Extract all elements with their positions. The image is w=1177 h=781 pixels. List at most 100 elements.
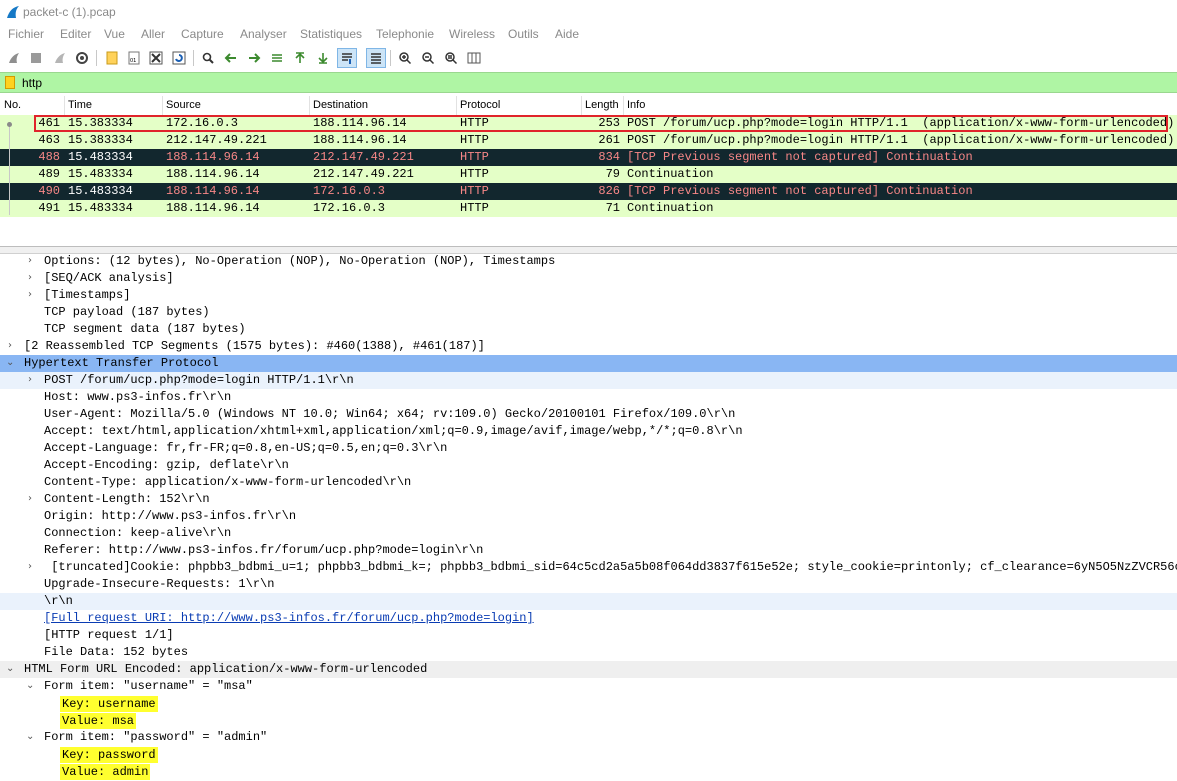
detail-row[interactable]: \r\n [0,593,1177,610]
start-capture-icon[interactable] [4,48,24,68]
reload-file-icon[interactable] [169,48,189,68]
detail-row[interactable]: [HTTP request 1/1] [0,627,1177,644]
save-file-icon[interactable]: 01 [124,48,144,68]
expand-arrow-icon[interactable]: › [8,340,12,351]
packet-row[interactable]: 489 15.483334 188.114.96.14 212.147.49.2… [0,166,1177,183]
column-no[interactable]: No. [4,99,21,111]
go-forward-icon[interactable] [244,48,264,68]
collapse-arrow-icon[interactable]: ⌄ [26,680,34,691]
detail-row[interactable]: Origin: http://www.ps3-infos.fr\r\n [0,508,1177,525]
detail-row[interactable]: File Data: 152 bytes [0,644,1177,661]
menu-capture[interactable]: Capture [181,27,224,41]
svg-text:01: 01 [130,58,136,64]
expand-arrow-icon[interactable]: › [28,289,32,300]
detail-row[interactable]: Key: username [0,695,1177,712]
detail-row[interactable]: Upgrade-Insecure-Requests: 1\r\n [0,576,1177,593]
detail-row[interactable]: Content-Type: application/x-www-form-url… [0,474,1177,491]
toolbar-separator [390,50,391,66]
expand-arrow-icon[interactable]: › [28,374,32,385]
menu-bar: Fichier Editer Vue Aller Capture Analyse… [0,24,1177,44]
detail-row[interactable]: › [SEQ/ACK analysis] [0,270,1177,287]
expand-arrow-icon[interactable]: › [28,272,32,283]
packet-destination: 212.147.49.221 [313,150,414,164]
detail-row[interactable]: Accept-Language: fr,fr-FR;q=0.8,en-US;q=… [0,440,1177,457]
menu-outils[interactable]: Outils [508,27,539,41]
detail-row[interactable]: Value: admin [0,763,1177,780]
packet-row[interactable]: 490 15.483334 188.114.96.14 172.16.0.3 H… [0,183,1177,200]
detail-row[interactable]: ⌄ Form item: "username" = "msa" [0,678,1177,695]
capture-options-icon[interactable] [72,48,92,68]
restart-capture-icon[interactable] [50,48,70,68]
detail-row[interactable]: › Options: (12 bytes), No-Operation (NOP)… [0,253,1177,270]
menu-statistiques[interactable]: Statistiques [300,27,362,41]
detail-row[interactable]: TCP segment data (187 bytes) [0,321,1177,338]
stop-capture-icon[interactable] [26,48,46,68]
packet-source: 188.114.96.14 [166,201,260,215]
bookmark-icon[interactable] [5,76,15,89]
column-divider [64,96,65,115]
last-packet-icon[interactable] [313,48,333,68]
detail-row[interactable]: Referer: http://www.ps3-infos.fr/forum/u… [0,542,1177,559]
expand-arrow-icon[interactable]: › [28,493,32,504]
packet-destination: 212.147.49.221 [313,167,414,181]
menu-aller[interactable]: Aller [141,27,165,41]
detail-row[interactable]: Connection: keep-alive\r\n [0,525,1177,542]
normal-size-icon[interactable] [441,48,461,68]
menu-editer[interactable]: Editer [60,27,91,41]
menu-wireless[interactable]: Wireless [449,27,495,41]
detail-row[interactable]: TCP payload (187 bytes) [0,304,1177,321]
main-toolbar: 01 [0,44,1177,72]
detail-row[interactable]: User-Agent: Mozilla/5.0 (Windows NT 10.0… [0,406,1177,423]
find-packet-icon[interactable] [198,48,218,68]
column-divider [309,96,310,115]
detail-row[interactable]: Value: msa [0,712,1177,729]
form-section-header[interactable]: ⌄ HTML Form URL Encoded: application/x-ww… [0,661,1177,678]
expand-arrow-icon[interactable]: › [28,561,32,572]
packet-row[interactable]: 491 15.483334 188.114.96.14 172.16.0.3 H… [0,200,1177,217]
packet-destination: 172.16.0.3 [313,184,386,198]
menu-aide[interactable]: Aide [555,27,579,41]
column-protocol[interactable]: Protocol [460,99,500,111]
detail-row[interactable]: Accept-Encoding: gzip, deflate\r\n [0,457,1177,474]
resize-columns-icon[interactable] [464,48,484,68]
detail-row[interactable]: ⌄ Form item: "password" = "admin" [0,729,1177,746]
full-request-uri-link[interactable]: [Full request URI: http://www.ps3-infos.… [0,610,1177,627]
detail-row[interactable]: Host: www.ps3-infos.fr\r\n [0,389,1177,406]
detail-row[interactable]: › Content-Length: 152\r\n [0,491,1177,508]
go-back-icon[interactable] [221,48,241,68]
menu-telephonie[interactable]: Telephonie [376,27,434,41]
detail-row[interactable]: › [truncated]Cookie: phpbb3_bdbmi_u=1; p… [0,559,1177,576]
packet-source: 188.114.96.14 [166,167,260,181]
menu-vue[interactable]: Vue [104,27,125,41]
open-file-icon[interactable] [102,48,122,68]
close-file-icon[interactable] [146,48,166,68]
collapse-arrow-icon[interactable]: ⌄ [6,357,14,368]
column-length[interactable]: Length [585,99,619,111]
detail-row[interactable]: › [2 Reassembled TCP Segments (1575 bytes… [0,338,1177,355]
column-source[interactable]: Source [166,99,201,111]
window-title: packet-c (1).pcap [23,5,116,19]
go-to-packet-icon[interactable] [267,48,287,68]
http-section-header[interactable]: ⌄ Hypertext Transfer Protocol [0,355,1177,372]
collapse-arrow-icon[interactable]: ⌄ [26,731,34,742]
detail-row[interactable]: › POST /forum/ucp.php?mode=login HTTP/1.1… [0,372,1177,389]
column-info[interactable]: Info [627,99,645,111]
expand-arrow-icon[interactable]: › [28,255,32,266]
collapse-arrow-icon[interactable]: ⌄ [6,663,14,674]
detail-row[interactable]: Accept: text/html,application/xhtml+xml,… [0,423,1177,440]
colorize-icon[interactable] [366,48,386,68]
zoom-in-icon[interactable] [395,48,415,68]
display-filter-input[interactable]: http [22,76,42,90]
first-packet-icon[interactable] [290,48,310,68]
column-time[interactable]: Time [68,99,92,111]
auto-scroll-icon[interactable] [337,48,357,68]
menu-fichier[interactable]: Fichier [8,27,44,41]
display-filter-bar[interactable]: http [0,72,1177,93]
menu-analyser[interactable]: Analyser [240,27,287,41]
detail-row[interactable]: Key: password [0,746,1177,763]
detail-row[interactable]: › [Timestamps] [0,287,1177,304]
packet-row[interactable]: 488 15.483334 188.114.96.14 212.147.49.2… [0,149,1177,166]
zoom-out-icon[interactable] [418,48,438,68]
packet-row[interactable]: 463 15.383334 212.147.49.221 188.114.96.… [0,132,1177,149]
column-destination[interactable]: Destination [313,99,368,111]
